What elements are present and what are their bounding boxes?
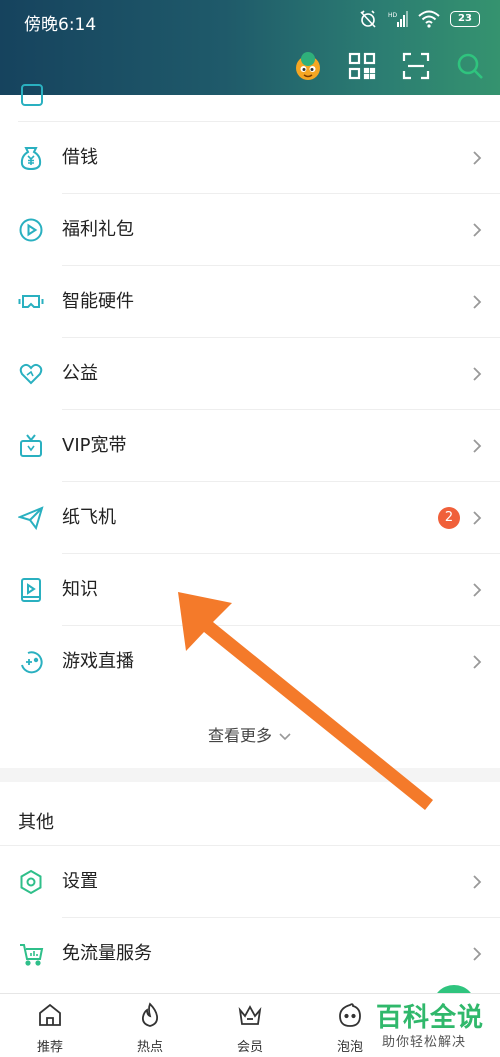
nav-item-recommend[interactable]: 推荐: [0, 994, 100, 1057]
status-icons: HD 23: [358, 9, 480, 29]
menu-item-borrow[interactable]: 借钱: [0, 122, 500, 194]
qr-code-icon[interactable]: [346, 50, 378, 82]
search-icon[interactable]: [454, 50, 486, 82]
nav-label: 推荐: [36, 1040, 63, 1055]
notification-badge: 2: [438, 507, 460, 529]
menu-item-label: 游戏直播: [62, 651, 134, 672]
crown-icon: [237, 1002, 263, 1028]
chevron-right-icon: [472, 366, 482, 382]
watermark: 百科全说 助你轻松解决: [368, 995, 500, 1055]
menu-item-label: 知识: [62, 579, 98, 600]
view-more-button[interactable]: 查看更多: [0, 698, 500, 768]
avatar-icon[interactable]: [292, 50, 324, 82]
menu-item-vip-broadband[interactable]: VIP宽带: [0, 410, 500, 482]
menu-item-gift[interactable]: 福利礼包: [0, 194, 500, 266]
header-tools: [292, 50, 486, 82]
menu-item-paper-plane[interactable]: 纸飞机 2: [0, 482, 500, 554]
paper-plane-icon: [17, 505, 44, 531]
chevron-right-icon: [472, 582, 482, 598]
heart-icon: [18, 361, 44, 387]
gear-icon: [18, 869, 44, 895]
menu-item-knowledge[interactable]: 知识: [0, 554, 500, 626]
vr-glasses-icon: [18, 289, 44, 315]
signal-icon: HD: [388, 11, 408, 27]
chevron-right-icon: [472, 222, 482, 238]
section-title-other: 其他: [0, 782, 500, 846]
bubble-face-icon: [337, 1002, 363, 1028]
scan-icon[interactable]: [400, 50, 432, 82]
menu-item-label: 智能硬件: [62, 291, 134, 312]
chevron-right-icon: [472, 294, 482, 310]
home-icon: [37, 1002, 63, 1028]
nav-item-hot[interactable]: 热点: [100, 994, 200, 1057]
menu-item-hardware[interactable]: 智能硬件: [0, 266, 500, 338]
section-gap: [0, 768, 500, 782]
list-item-partial[interactable]: [18, 84, 500, 122]
book-icon: [18, 577, 44, 603]
section-title-text: 其他: [18, 812, 54, 833]
chevron-down-icon: [279, 732, 291, 740]
svg-text:HD: HD: [388, 12, 398, 19]
menu-item-free-data[interactable]: 免流量服务: [0, 918, 500, 990]
money-bag-icon: [18, 145, 44, 171]
play-circle-icon: [18, 217, 44, 243]
menu-item-settings[interactable]: 设置: [0, 846, 500, 918]
battery-indicator: 23: [450, 11, 480, 27]
chevron-right-icon: [472, 946, 482, 962]
wifi-icon: [418, 10, 440, 28]
menu-item-label: 免流量服务: [62, 943, 152, 964]
chevron-right-icon: [472, 510, 482, 526]
nav-label: 热点: [136, 1040, 163, 1055]
tv-icon: [18, 433, 44, 459]
menu-item-charity[interactable]: 公益: [0, 338, 500, 410]
menu-list: 借钱 福利礼包 智能硬件 公益 VIP宽带 纸飞机 2 知识 游戏直播 查看更多…: [0, 84, 500, 990]
chevron-right-icon: [472, 150, 482, 166]
app-header: 傍晚6:14 HD 23: [0, 0, 500, 95]
watermark-subtitle: 助你轻松解决: [382, 1035, 467, 1050]
chevron-right-icon: [472, 874, 482, 890]
watermark-title: 百科全说: [376, 1003, 485, 1033]
flame-icon: [137, 1002, 163, 1028]
status-time: 傍晚6:14: [24, 15, 97, 35]
partial-item-icon: [20, 83, 44, 107]
chevron-right-icon: [472, 654, 482, 670]
alarm-off-icon: [360, 10, 376, 28]
menu-item-label: 福利礼包: [62, 219, 134, 240]
nav-label: 会员: [236, 1040, 263, 1055]
chevron-right-icon: [472, 438, 482, 454]
menu-item-game-live[interactable]: 游戏直播: [0, 626, 500, 698]
gamepad-icon: [18, 649, 44, 675]
menu-item-label: 公益: [62, 363, 98, 384]
menu-item-label: 设置: [62, 871, 98, 892]
nav-item-vip[interactable]: 会员: [200, 994, 300, 1057]
menu-item-label: VIP宽带: [62, 435, 127, 456]
menu-item-label: 借钱: [62, 147, 98, 168]
view-more-label: 查看更多: [207, 726, 272, 745]
cart-icon: [18, 941, 44, 967]
menu-item-label: 纸飞机: [62, 507, 116, 528]
